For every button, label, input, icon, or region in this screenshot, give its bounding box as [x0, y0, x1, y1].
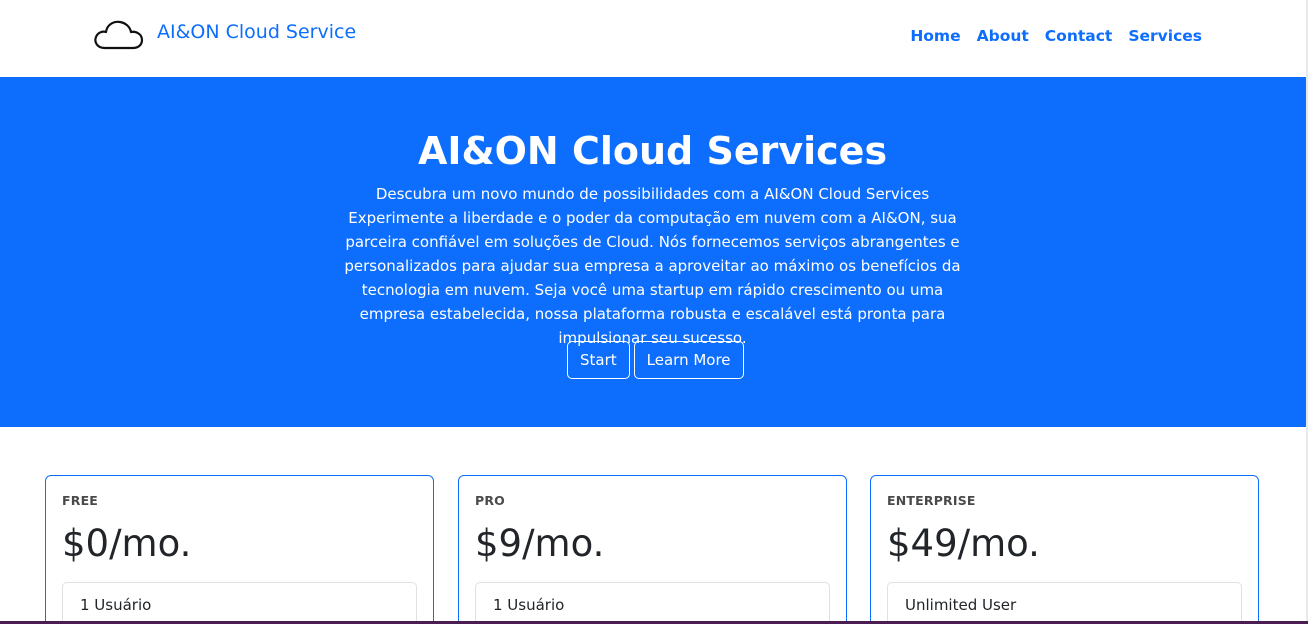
hero-buttons: Start Learn More — [567, 341, 748, 379]
plan-tier: PRO — [475, 493, 506, 508]
nav-home-link[interactable]: Home — [910, 26, 960, 46]
nav-links: Home About Contact Services — [894, 26, 1202, 46]
plan-price: $9/mo. — [475, 522, 605, 565]
pricing-card-free: FREE $0/mo. 1 Usuário — [45, 475, 434, 624]
plan-feature: Unlimited User — [887, 582, 1242, 624]
brand-name: AI&ON Cloud Service — [157, 21, 357, 43]
plan-tier: ENTERPRISE — [887, 493, 976, 508]
navbar: AI&ON Cloud Service Home About Contact S… — [0, 0, 1308, 77]
plan-tier: FREE — [62, 493, 99, 508]
learn-more-button[interactable]: Learn More — [633, 341, 744, 379]
hero-title: AI&ON Cloud Services — [417, 129, 888, 173]
cloud-icon — [94, 20, 144, 50]
hero-description: Descubra um novo mundo de possibilidades… — [344, 185, 961, 347]
plan-price: $49/mo. — [887, 522, 1040, 565]
plan-feature: 1 Usuário — [475, 582, 830, 624]
start-button[interactable]: Start — [567, 341, 630, 379]
pricing-card-enterprise: ENTERPRISE $49/mo. Unlimited User — [870, 475, 1259, 624]
plan-price: $0/mo. — [62, 522, 192, 565]
plan-feature: 1 Usuário — [62, 582, 417, 624]
pricing-card-pro: PRO $9/mo. 1 Usuário — [458, 475, 847, 624]
brand-link[interactable]: AI&ON Cloud Service — [93, 17, 356, 53]
nav-about-link[interactable]: About — [977, 26, 1029, 46]
hero-section: AI&ON Cloud Services Descubra um novo mu… — [0, 77, 1308, 427]
nav-contact-link[interactable]: Contact — [1045, 26, 1113, 46]
nav-services-link[interactable]: Services — [1128, 26, 1202, 46]
